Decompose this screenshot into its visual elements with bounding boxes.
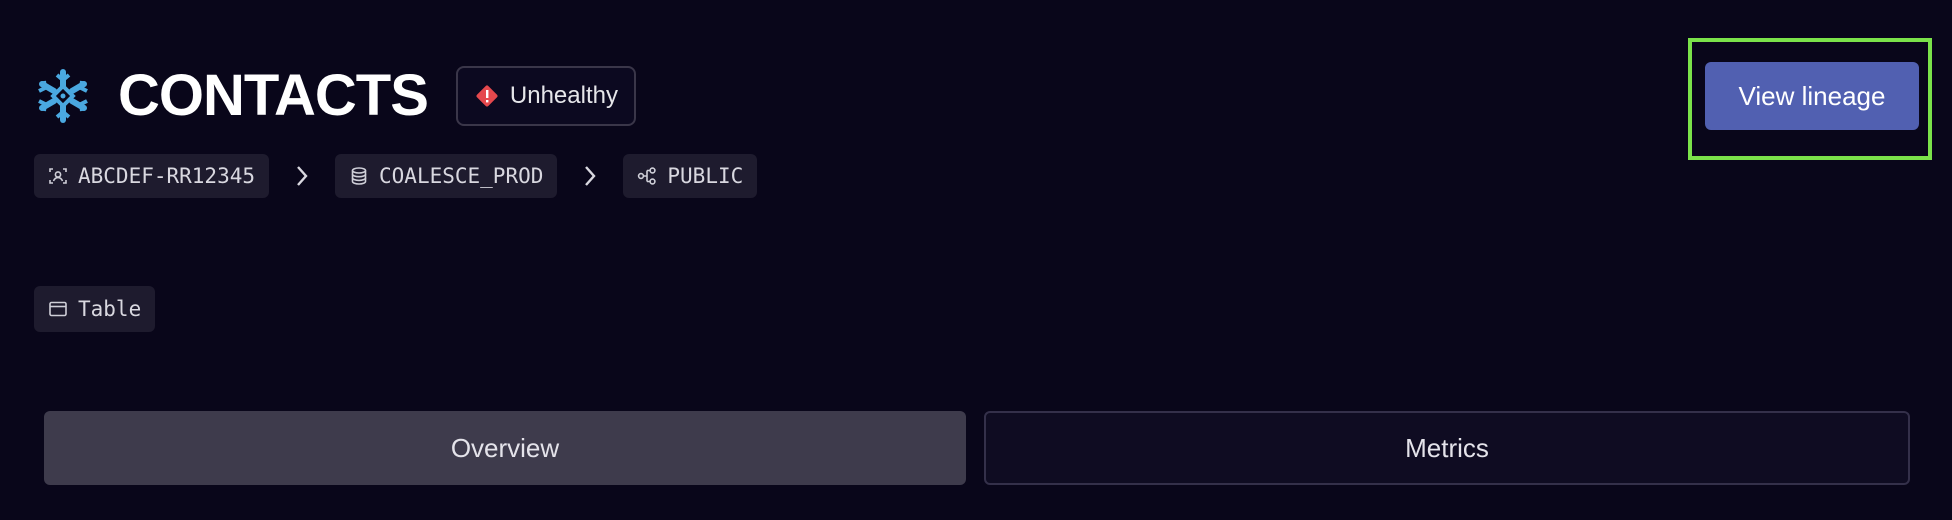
breadcrumb-account[interactable]: ABCDEF-RR12345 [34,154,270,198]
account-icon [48,166,68,186]
breadcrumb-label: PUBLIC [667,164,744,188]
status-label: Unhealthy [509,82,618,109]
breadcrumb: ABCDEF-RR12345 COALESCE_PROD PUBLIC [34,154,758,198]
tab-bar: Overview Metrics [44,411,1910,485]
database-icon [349,166,369,186]
object-type-badge: Table [34,286,156,332]
view-lineage-button[interactable]: View lineage [1705,62,1919,130]
breadcrumb-label: ABCDEF-RR12345 [78,164,256,188]
page: CONTACTS Unhealthy ABCDEF-RR12345 COALES… [0,0,1952,520]
snowflake-icon [34,67,92,125]
chevron-right-icon [557,164,623,188]
page-title: CONTACTS [118,63,429,128]
tab-overview[interactable]: Overview [44,411,966,485]
object-type-label: Table [78,297,142,321]
breadcrumb-schema[interactable]: PUBLIC [623,154,758,198]
table-icon [48,299,68,319]
header: CONTACTS Unhealthy [34,64,636,128]
status-badge: Unhealthy [455,66,636,126]
breadcrumb-label: COALESCE_PROD [379,164,544,188]
tab-metrics[interactable]: Metrics [984,411,1910,485]
chevron-right-icon [269,164,335,188]
alert-diamond-icon [474,83,500,109]
breadcrumb-database[interactable]: COALESCE_PROD [335,154,558,198]
schema-icon [637,166,657,186]
